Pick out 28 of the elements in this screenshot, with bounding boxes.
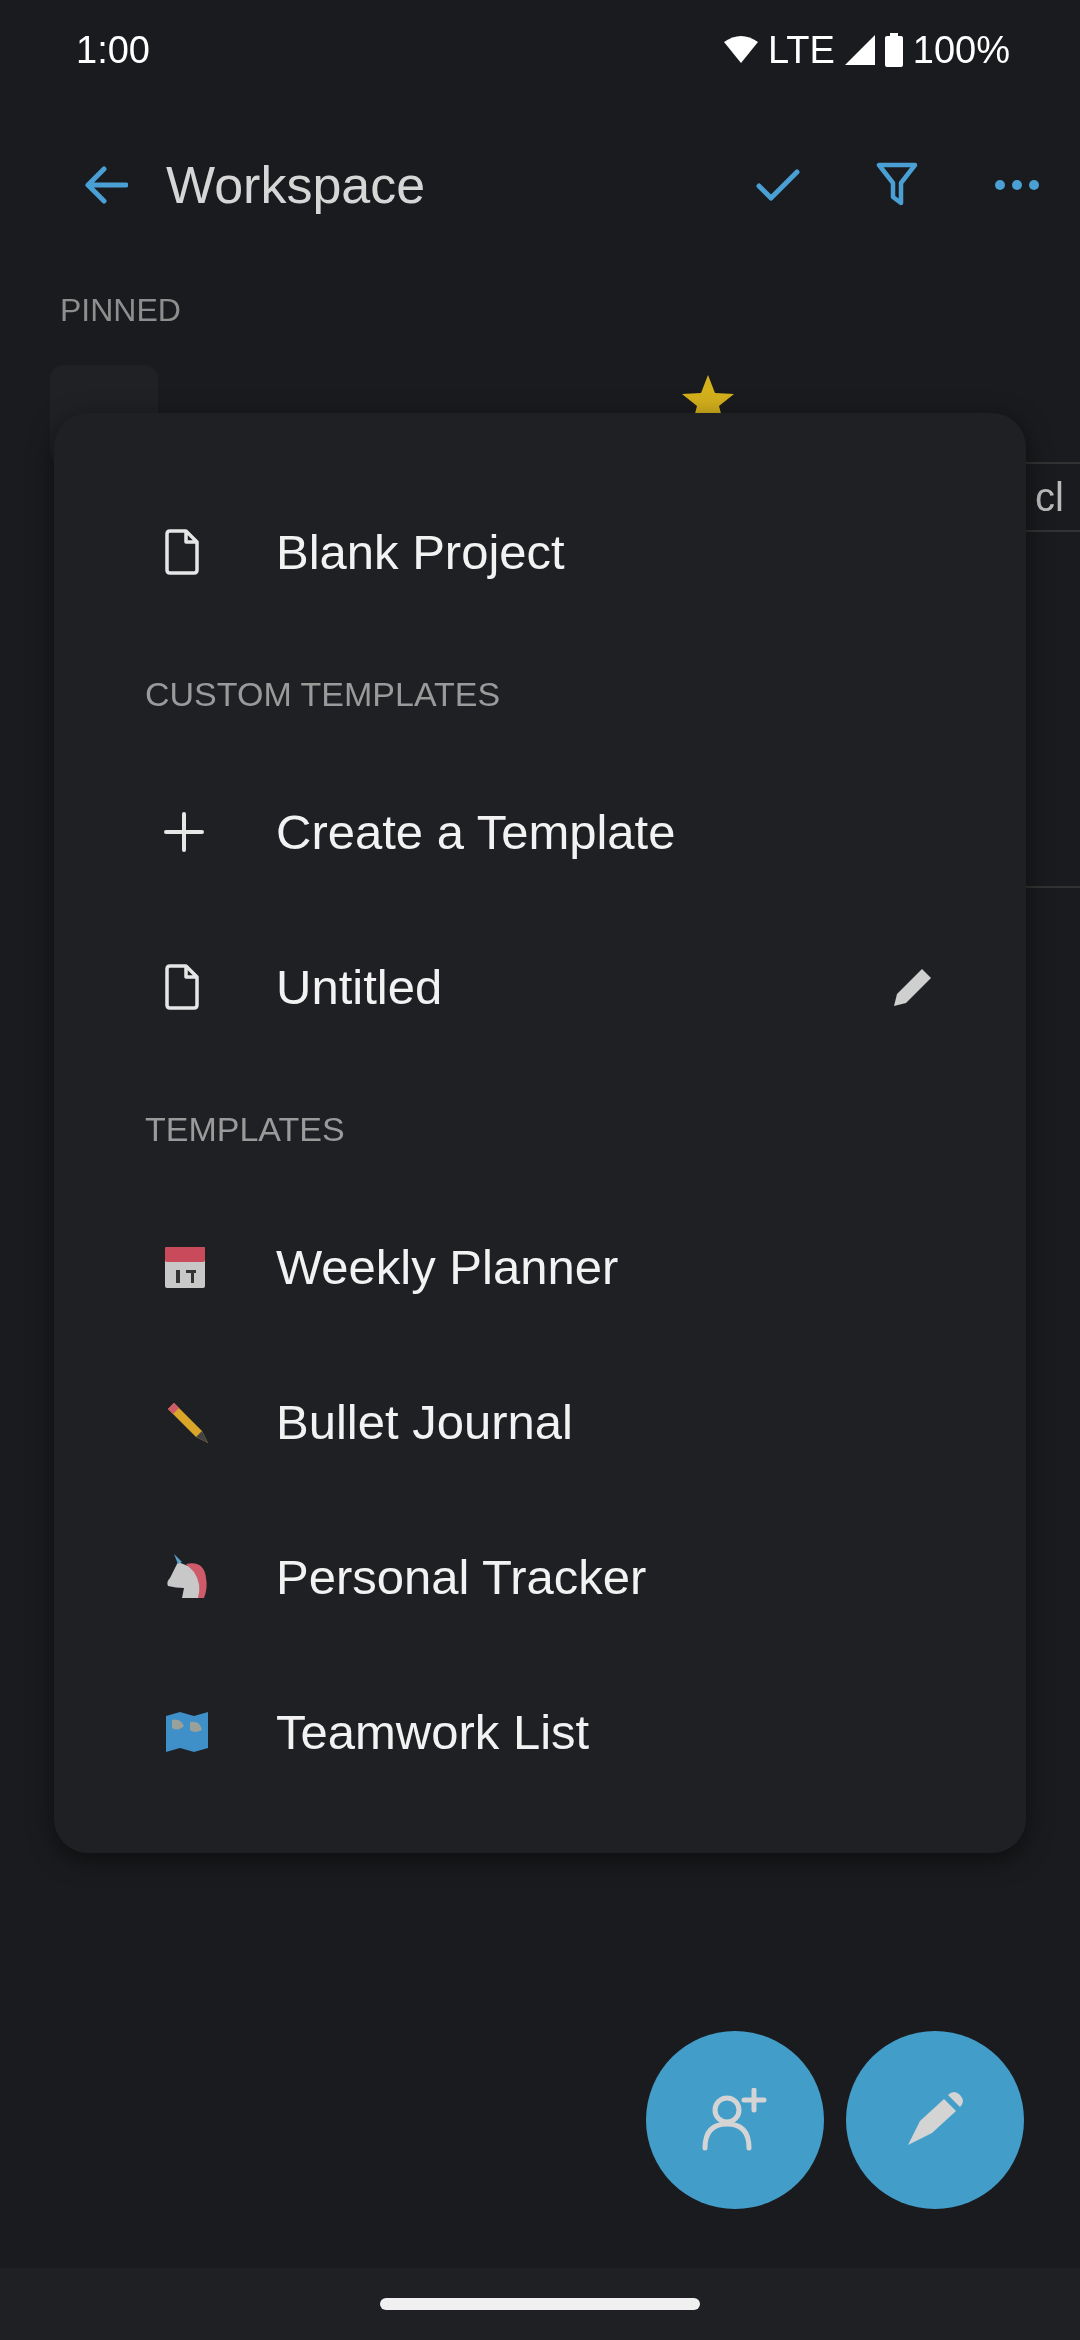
toolbar-title: Workspace [166,155,427,215]
menu-section-heading: CUSTOM TEMPLATES [144,673,502,715]
menu-item[interactable]: Personal Tracker [54,1499,1026,1654]
status-time: 1:00 [76,28,150,72]
map-icon [164,1711,210,1752]
menu-item[interactable]: Blank Project [54,474,1026,629]
wifi-icon [723,36,758,64]
checkmark-icon[interactable] [756,169,800,201]
document-icon [164,963,200,1010]
plus-icon [164,811,204,852]
network-label: LTE [767,28,835,72]
home-handle[interactable] [380,2298,700,2310]
calendar-icon [164,1244,206,1289]
signal-icon [844,35,875,65]
document-icon [164,528,200,575]
section-heading: PINNED [60,292,181,328]
menu-section-heading: TEMPLATES [144,1108,346,1150]
menu-item[interactable]: Teamwork List [54,1654,1026,1809]
battery-percent: 100% [912,28,1010,72]
unicorn-icon [164,1553,210,1600]
battery-icon [884,33,903,67]
more-icon[interactable] [994,179,1040,191]
menu-item[interactable]: Bullet Journal [54,1344,1026,1499]
filter-icon[interactable] [876,162,918,208]
menu-item[interactable]: Create a Template [54,754,1026,909]
menu-item[interactable]: Weekly Planner [54,1189,1026,1344]
back-arrow-icon[interactable] [84,166,128,204]
menu-item[interactable]: Untitled [54,909,1026,1064]
